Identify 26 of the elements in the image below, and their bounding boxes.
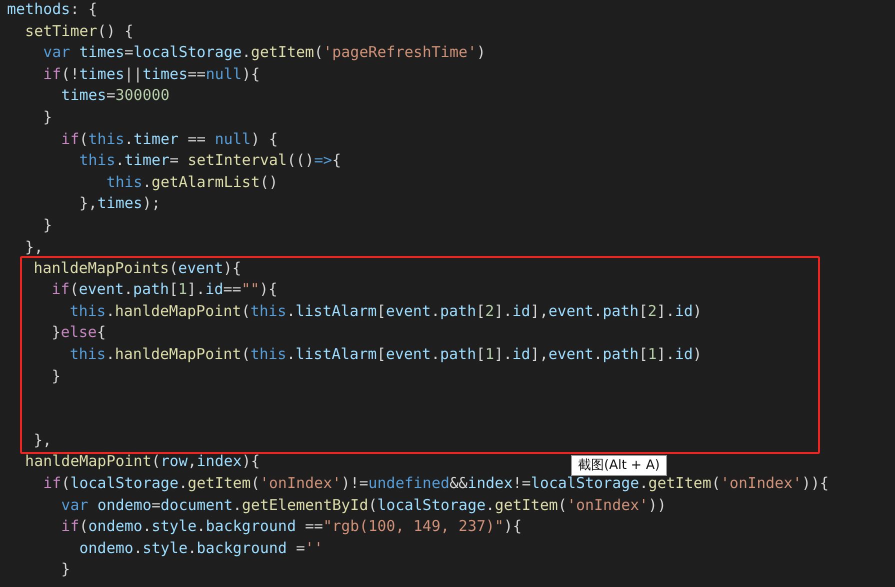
code-line: } [60, 559, 70, 580]
code-line: this.timer= setInterval(()=>{ [78, 150, 342, 172]
code-line: }, [24, 236, 44, 258]
code-line: } [42, 214, 52, 236]
code-line: methods: { [7, 0, 98, 20]
code-line: if(this.timer == null) { [60, 128, 278, 150]
code-line: if(!times||times==null){ [42, 64, 260, 85]
code-line: hanldeMapPoint(row,index){ [24, 451, 260, 472]
code-line: this.hanldeMapPoint(this.listAlarm[event.path[1].id],event.path[1].id) [68, 344, 702, 365]
code-line: hanldeMapPoints(event){ [32, 258, 242, 279]
code-line: if(event.path[1].id==""){ [50, 279, 278, 300]
code-line: ondemo.style.background ='' [78, 538, 324, 559]
code-line: } [42, 106, 52, 128]
code-line: setTimer() { [24, 20, 134, 42]
code-line: },times); [78, 193, 161, 214]
tooltip: 截图(Alt + A) [571, 455, 667, 476]
code-line: this.hanldeMapPoint(this.listAlarm[event.path[2].id],event.path[2].id) [68, 300, 702, 322]
code-line: } [50, 366, 61, 387]
code-line: var ondemo=document.getElementById(localStorage.getItem('onIndex')) [60, 494, 666, 516]
code-line: }, [32, 430, 52, 452]
code-line: this.getAlarmList() [105, 172, 278, 193]
code-line: }else{ [50, 322, 106, 344]
code-line: if(ondemo.style.background =="rgb(100, 149, 237)"){ [60, 516, 522, 538]
code-line: if(localStorage.getItem('onIndex')!=undefined&&index!=localStorage.getItem('onIndex')){ [42, 473, 829, 494]
code-line: times=300000 [60, 85, 170, 106]
code-line: var times=localStorage.getItem('pageRefreshTime') [42, 42, 486, 64]
